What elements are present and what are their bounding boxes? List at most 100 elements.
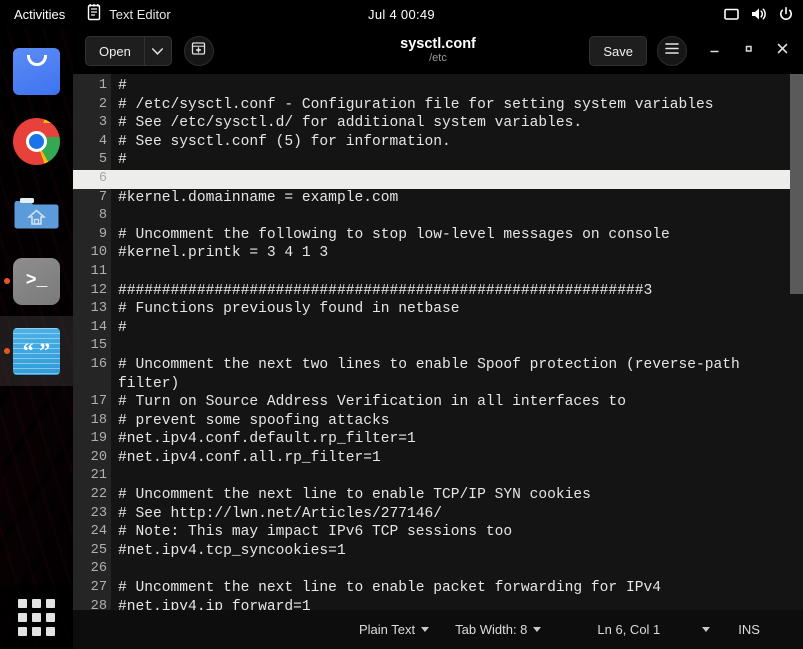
code-line[interactable]: 17 # Turn on Source Address Verification …	[73, 393, 803, 412]
code-line[interactable]: 26	[73, 560, 803, 579]
open-button[interactable]: Open	[85, 36, 144, 66]
line-number: 19	[90, 431, 107, 447]
minimize-icon	[708, 42, 721, 60]
app-menu-button[interactable]: Text Editor	[77, 4, 180, 24]
line-text: #	[118, 152, 127, 169]
maximize-icon	[742, 42, 755, 60]
activities-button[interactable]: Activities	[0, 7, 77, 22]
maximize-button[interactable]	[733, 36, 763, 66]
chevron-down-icon	[152, 42, 164, 60]
code-line[interactable]: 18 # prevent some spoofing attacks	[73, 412, 803, 431]
cursor-position-selector[interactable]: Ln 6, Col 1	[597, 622, 711, 637]
code-line[interactable]: 1 #	[73, 77, 803, 96]
notepad-icon	[87, 4, 101, 24]
code-line[interactable]: 24 # Note: This may impact IPv6 TCP sessi…	[73, 523, 803, 542]
code-line[interactable]: 25 #net.ipv4.tcp_syncookies=1	[73, 542, 803, 561]
code-line[interactable]: 13 # Functions previously found in netbas…	[73, 300, 803, 319]
close-icon	[776, 42, 789, 60]
line-number: 10	[90, 245, 107, 261]
code-line[interactable]: 16 # Uncomment the next two lines to enab…	[73, 356, 803, 375]
dock-item-app-store[interactable]	[0, 36, 73, 106]
dock: >_ “ ”	[0, 28, 73, 649]
main-menu-button[interactable]	[657, 36, 687, 66]
line-text: filter)	[118, 375, 180, 392]
chrome-icon	[13, 117, 60, 165]
code-line[interactable]: 5 #	[73, 151, 803, 170]
dock-item-terminal[interactable]: >_	[0, 246, 73, 316]
open-button-group: Open	[85, 36, 172, 66]
line-text: # See sysctl.conf (5) for information.	[118, 133, 451, 150]
line-text: #kernel.printk = 3 4 1 3	[118, 245, 329, 262]
code-line[interactable]: 28 #net.ipv4.ip_forward=1	[73, 598, 803, 610]
vertical-scrollbar[interactable]	[790, 74, 803, 610]
code-line[interactable]: 6	[73, 169, 803, 189]
line-number: 5	[98, 152, 107, 168]
code-lines[interactable]: 1 #2 # /etc/sysctl.conf - Configuration fi…	[73, 74, 803, 610]
new-document-icon	[190, 40, 207, 62]
code-line[interactable]: 7 #kernel.domainname = example.com	[73, 189, 803, 208]
minimize-button[interactable]	[699, 36, 729, 66]
code-line[interactable]: 19 #net.ipv4.conf.default.rp_filter=1	[73, 430, 803, 449]
line-number: 27	[90, 580, 107, 596]
running-indicator-dot	[4, 278, 10, 284]
line-text: # Uncomment the next line to enable pack…	[118, 580, 661, 597]
header-right-controls: Save	[589, 36, 797, 66]
new-document-button[interactable]	[183, 36, 214, 66]
gnome-top-bar: Activities Text Editor Jul 4 00:49	[0, 0, 803, 28]
code-line[interactable]: 11	[73, 263, 803, 282]
code-line[interactable]: 15	[73, 337, 803, 356]
line-number: 15	[90, 338, 107, 354]
document-path: /etc	[429, 52, 447, 65]
chevron-down-icon	[702, 627, 711, 632]
save-button[interactable]: Save	[589, 36, 647, 66]
editor-text-view[interactable]: 1 #2 # /etc/sysctl.conf - Configuration fi…	[73, 74, 803, 610]
system-indicators[interactable]	[724, 7, 793, 21]
insert-mode-label[interactable]: INS	[738, 622, 760, 637]
dock-item-google-chrome[interactable]	[0, 106, 73, 176]
code-line[interactable]: 27 # Uncomment the next line to enable pa…	[73, 579, 803, 598]
folder-home-icon	[13, 188, 60, 235]
running-indicator-dot	[4, 348, 10, 354]
language-selector[interactable]: Plain Text	[359, 622, 430, 637]
line-text: #kernel.domainname = example.com	[118, 189, 399, 206]
code-line[interactable]: 23 # See http://lwn.net/Articles/277146/	[73, 505, 803, 524]
line-text: #	[118, 78, 127, 94]
scrollbar-thumb[interactable]	[790, 74, 803, 294]
code-line[interactable]: 12 ######################################…	[73, 282, 803, 301]
code-line[interactable]: 8	[73, 207, 803, 226]
clock-button[interactable]: Jul 4 00:49	[368, 7, 435, 22]
code-line[interactable]: 20 #net.ipv4.conf.all.rp_filter=1	[73, 449, 803, 468]
line-number: 1	[98, 78, 107, 93]
code-line[interactable]: 4 # See sysctl.conf (5) for information.	[73, 133, 803, 152]
line-text: # Uncomment the next two lines to enable…	[118, 356, 740, 373]
window-header-bar: Open sysctl.conf /etc Save	[73, 28, 803, 74]
line-number: 3	[98, 115, 107, 131]
code-line[interactable]: 10 #kernel.printk = 3 4 1 3	[73, 244, 803, 263]
desktop-screen: Activities Text Editor Jul 4 00:49 >_ “ …	[0, 0, 803, 649]
line-text: #	[118, 319, 127, 336]
close-button[interactable]	[767, 36, 797, 66]
code-line[interactable]: 14 #	[73, 319, 803, 338]
shopping-bag-icon	[13, 47, 60, 95]
line-number: 24	[90, 524, 107, 540]
tab-width-selector[interactable]: Tab Width: 8	[455, 622, 542, 637]
line-number: 12	[90, 282, 107, 298]
display-icon	[724, 8, 739, 21]
code-line[interactable]: 2 # /etc/sysctl.conf - Configuration file…	[73, 96, 803, 115]
code-line[interactable]: 9 # Uncomment the following to stop low-l…	[73, 226, 803, 245]
dock-item-files[interactable]	[0, 176, 73, 246]
line-number: 6	[98, 170, 107, 186]
line-number: 25	[90, 542, 107, 558]
line-number: 8	[98, 208, 107, 224]
dock-item-text-editor[interactable]: “ ”	[0, 316, 73, 386]
code-line[interactable]: 21	[73, 467, 803, 486]
line-text: # /etc/sysctl.conf - Configuration file …	[118, 96, 714, 113]
cursor-position-label: Ln 6, Col 1	[597, 622, 661, 637]
show-applications-button[interactable]	[0, 585, 73, 649]
code-line[interactable]: 22 # Uncomment the next line to enable TC…	[73, 486, 803, 505]
app-menu-label: Text Editor	[109, 6, 171, 22]
open-dropdown-button[interactable]	[143, 36, 172, 66]
code-line[interactable]: 3 # See /etc/sysctl.d/ for additional sys…	[73, 114, 803, 133]
quote-glyph: “ ”	[22, 338, 51, 364]
code-line[interactable]: filter)	[73, 375, 803, 394]
